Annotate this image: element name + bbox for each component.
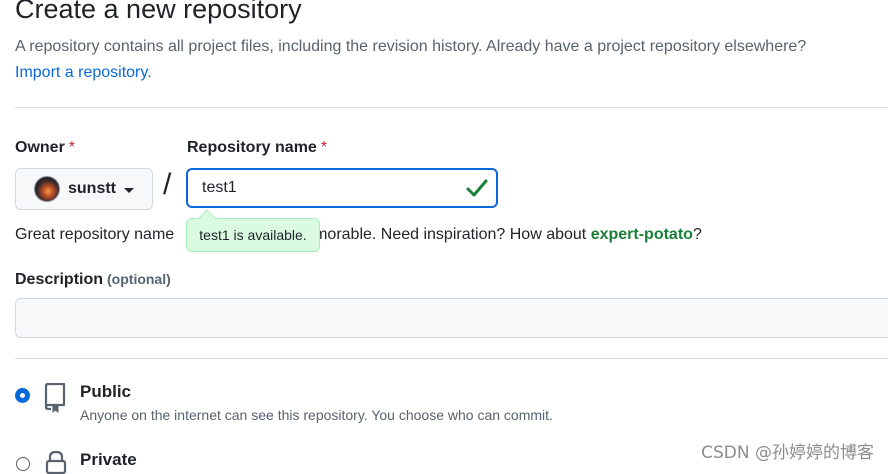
optional-tag: (optional) xyxy=(107,271,171,287)
private-option-title: Private xyxy=(80,450,137,469)
import-repository-link[interactable]: Import a repository. xyxy=(15,64,152,82)
suggested-name-link[interactable]: expert-potato xyxy=(591,226,693,243)
lock-icon xyxy=(45,450,67,474)
owner-select-button[interactable]: sunstt xyxy=(15,168,153,210)
public-option-desc: Anyone on the internet can see this repo… xyxy=(80,407,553,423)
description-input[interactable] xyxy=(15,298,888,338)
availability-tooltip: test1 is available. xyxy=(186,218,320,252)
owner-repo-separator: / xyxy=(163,168,172,201)
repo-book-icon xyxy=(44,383,66,413)
check-icon xyxy=(466,179,488,197)
public-radio[interactable] xyxy=(16,389,29,402)
section-divider xyxy=(15,358,888,359)
watermark: CSDN @孙婷婷的博客 xyxy=(701,443,874,463)
section-divider xyxy=(15,107,888,108)
public-option-title: Public xyxy=(80,382,132,401)
page-subtitle: A repository contains all project files,… xyxy=(15,38,807,55)
description-label: Description (optional) xyxy=(15,271,171,288)
private-radio[interactable] xyxy=(16,457,30,471)
required-mark: * xyxy=(68,139,76,156)
required-mark: * xyxy=(320,139,328,156)
page-title: Create a new repository xyxy=(15,0,302,24)
repo-name-hint: Great repository name emorable. Need insp… xyxy=(15,226,702,243)
repo-name-label: Repository name * xyxy=(187,139,328,156)
owner-name: sunstt xyxy=(68,180,116,197)
caret-down-icon xyxy=(124,187,134,193)
owner-label: Owner * xyxy=(15,139,76,156)
avatar xyxy=(34,176,60,202)
repo-name-input[interactable] xyxy=(186,168,498,208)
